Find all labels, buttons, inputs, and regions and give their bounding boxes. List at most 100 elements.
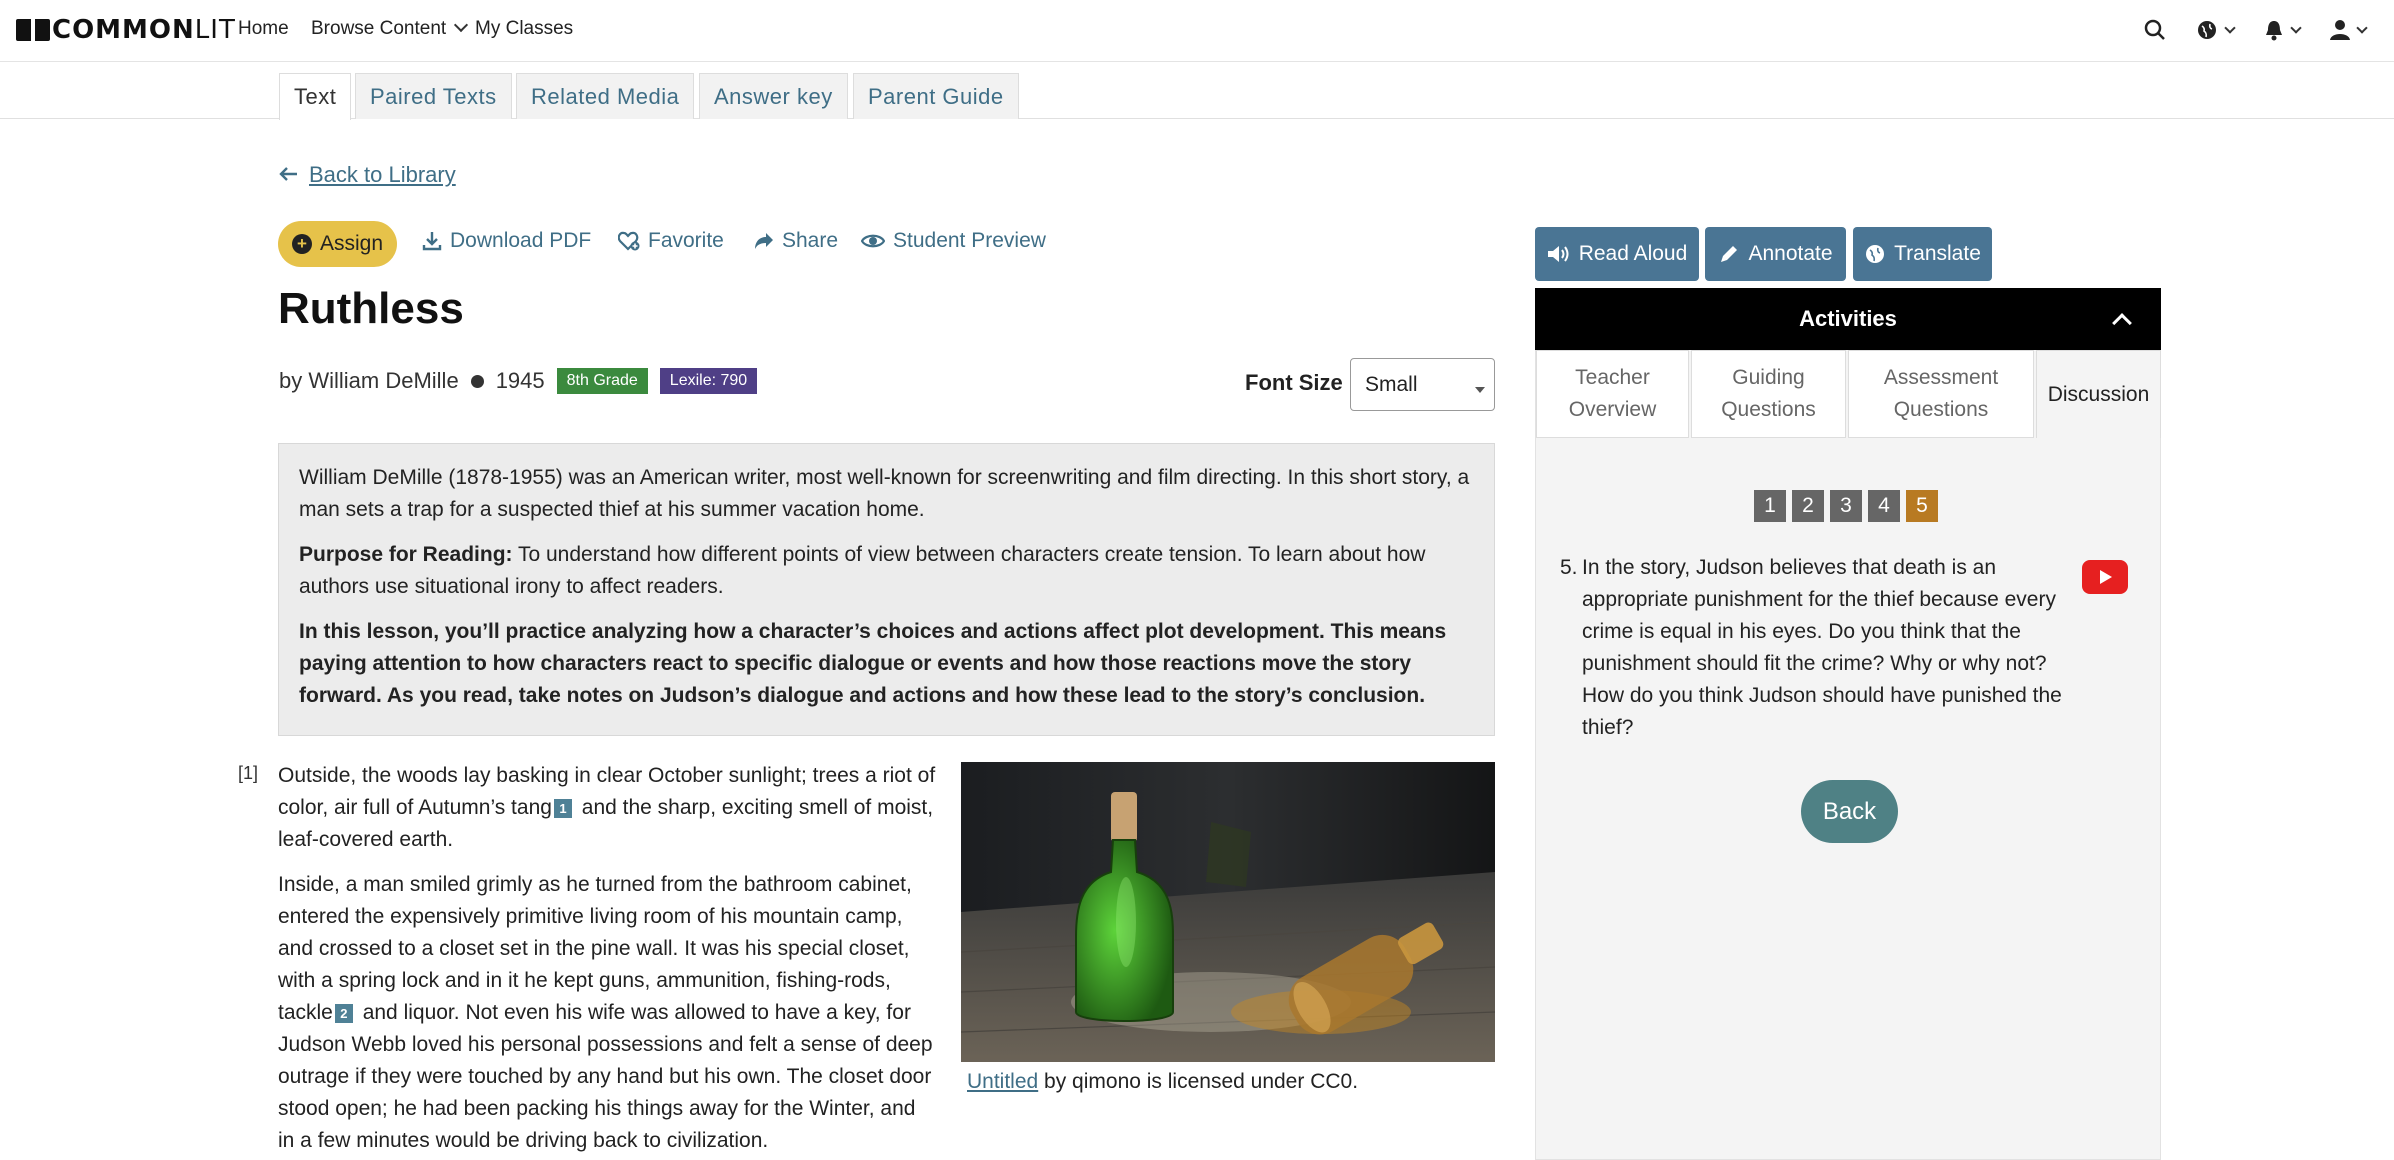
favorite-label: Favorite bbox=[648, 229, 724, 252]
question-number-3[interactable]: 3 bbox=[1830, 490, 1862, 522]
annotate-label: Annotate bbox=[1748, 242, 1833, 265]
tab-answer-key[interactable]: Answer key bbox=[699, 73, 848, 119]
tab-guiding-questions[interactable]: Guiding Questions bbox=[1691, 350, 1846, 438]
question-index: 5. bbox=[1560, 556, 1578, 579]
dropdown-arrow-icon bbox=[1475, 387, 1485, 393]
plus-icon: + bbox=[291, 234, 312, 254]
chevron-down-icon bbox=[454, 17, 469, 33]
tab-related-media[interactable]: Related Media bbox=[516, 73, 695, 119]
image-caption: Untitled by qimono is licensed under CC0… bbox=[967, 1070, 1358, 1094]
purpose-label: Purpose for Reading: bbox=[299, 543, 513, 566]
assign-label: Assign bbox=[319, 232, 384, 255]
separator-dot bbox=[470, 374, 484, 388]
nav-icons bbox=[2144, 14, 2368, 46]
question-number-4[interactable]: 4 bbox=[1868, 490, 1900, 522]
share-icon bbox=[755, 233, 773, 249]
logo-text: COMMONLIT bbox=[52, 15, 236, 45]
video-play-icon[interactable] bbox=[2082, 560, 2128, 594]
question-number-2[interactable]: 2 bbox=[1792, 490, 1824, 522]
chevron-down-icon bbox=[2224, 22, 2236, 34]
font-size-value: Small bbox=[1365, 372, 1418, 396]
download-icon bbox=[422, 232, 442, 251]
chevron-down-icon bbox=[2356, 22, 2368, 34]
annotate-button[interactable]: Annotate bbox=[1705, 227, 1846, 281]
story-image bbox=[961, 762, 1495, 1062]
chevron-up-icon bbox=[2112, 313, 2132, 333]
heart-plus-icon bbox=[618, 231, 640, 251]
commonlit-logo[interactable]: COMMONLIT bbox=[16, 15, 236, 45]
footnote-marker[interactable]: 1 bbox=[553, 798, 572, 818]
tab-teacher-overview[interactable]: Teacher Overview bbox=[1536, 350, 1689, 438]
pencil-icon bbox=[1721, 246, 1738, 262]
tab-text[interactable]: Text bbox=[279, 73, 352, 120]
share-button[interactable]: Share bbox=[754, 229, 838, 253]
grade-badge: 8th Grade bbox=[556, 368, 648, 394]
purpose-for-reading: Purpose for Reading: To understand how d… bbox=[299, 539, 1474, 603]
tab-discussion[interactable]: Discussion bbox=[2036, 350, 2161, 438]
language-menu[interactable] bbox=[2196, 19, 2236, 41]
story-paragraph-1[interactable]: Outside, the woods lay basking in clear … bbox=[278, 760, 936, 856]
question-number-1[interactable]: 1 bbox=[1754, 490, 1786, 522]
eye-icon bbox=[861, 234, 885, 248]
question-number-5[interactable]: 5 bbox=[1906, 490, 1938, 522]
globe-icon bbox=[1866, 245, 1885, 263]
arrow-left-icon bbox=[279, 162, 299, 188]
top-nav: COMMONLIT Home Browse Content My Classes bbox=[0, 0, 2394, 62]
intro-summary: William DeMille (1878-1955) was an Ameri… bbox=[299, 466, 1470, 521]
tab-assessment-questions[interactable]: Assessment Questions bbox=[1848, 350, 2034, 438]
translate-label: Translate bbox=[1894, 242, 1981, 265]
download-pdf-label: Download PDF bbox=[450, 229, 592, 252]
back-to-library-label: Back to Library bbox=[309, 162, 456, 187]
globe-icon bbox=[2198, 21, 2216, 39]
search-icon bbox=[2144, 19, 2165, 40]
student-preview-label: Student Preview bbox=[893, 229, 1046, 252]
discussion-question: 5. In the story, Judson believes that de… bbox=[1560, 552, 2080, 744]
nav-home[interactable]: Home bbox=[238, 18, 289, 40]
byline: by William DeMille 1945 8th Grade Lexile… bbox=[279, 368, 758, 394]
favorite-button[interactable]: Favorite bbox=[618, 229, 724, 253]
question-pagination: 1 2 3 4 5 bbox=[1754, 490, 1938, 522]
lexile-badge: Lexile: 790 bbox=[659, 368, 758, 394]
paragraph-number: [1] bbox=[238, 763, 259, 783]
book-logo-icon bbox=[16, 17, 50, 43]
content-tabs: Text Paired Texts Related Media Answer k… bbox=[0, 62, 2394, 120]
read-aloud-button[interactable]: Read Aloud bbox=[1535, 227, 1699, 281]
story-paragraph-2[interactable]: Inside, a man smiled grimly as he turned… bbox=[278, 869, 936, 1157]
page-title: Ruthless bbox=[278, 284, 464, 333]
share-label: Share bbox=[782, 229, 839, 252]
back-button[interactable]: Back bbox=[1801, 780, 1898, 843]
nav-browse-content[interactable]: Browse Content bbox=[311, 17, 469, 40]
translate-button[interactable]: Translate bbox=[1853, 227, 1992, 281]
speaker-icon bbox=[1547, 246, 1569, 262]
activities-panel: Teacher Overview Guiding Questions Assessm… bbox=[1535, 350, 2161, 1160]
activities-title: Activities bbox=[1799, 306, 1897, 331]
user-icon bbox=[2330, 20, 2350, 40]
introduction-box: William DeMille (1878-1955) was an Ameri… bbox=[278, 443, 1495, 736]
license-text: by qimono is licensed under CC0. bbox=[1038, 1070, 1359, 1093]
search-button[interactable] bbox=[2144, 19, 2166, 41]
tab-parent-guide[interactable]: Parent Guide bbox=[853, 73, 1019, 119]
user-menu[interactable] bbox=[2330, 19, 2368, 41]
nav-browse-label: Browse Content bbox=[311, 18, 447, 39]
bottle-photo-image bbox=[961, 762, 1495, 1062]
lesson-focus: In this lesson, you’ll practice analyzin… bbox=[299, 620, 1447, 707]
author: by William DeMille bbox=[279, 368, 459, 393]
assign-button[interactable]: + Assign bbox=[278, 221, 397, 267]
question-text: In the story, Judson believes that death… bbox=[1582, 556, 2062, 739]
read-aloud-label: Read Aloud bbox=[1578, 242, 1688, 265]
publication-year: 1945 bbox=[495, 368, 545, 393]
paragraph-text: and liquor. Not even his wife was allowe… bbox=[278, 1001, 933, 1152]
student-preview-button[interactable]: Student Preview bbox=[861, 229, 1046, 253]
bell-icon bbox=[2266, 21, 2282, 41]
back-to-library-link[interactable]: Back to Library bbox=[279, 162, 456, 188]
chevron-down-icon bbox=[2290, 22, 2302, 34]
footnote-marker[interactable]: 2 bbox=[334, 1003, 353, 1023]
tab-paired-texts[interactable]: Paired Texts bbox=[355, 73, 512, 119]
notifications-menu[interactable] bbox=[2264, 19, 2302, 41]
activities-header[interactable]: Activities bbox=[1535, 288, 2161, 350]
nav-my-classes[interactable]: My Classes bbox=[475, 18, 573, 40]
image-source-link[interactable]: Untitled bbox=[967, 1070, 1038, 1093]
download-pdf-button[interactable]: Download PDF bbox=[422, 229, 591, 253]
font-size-label: Font Size bbox=[1245, 370, 1343, 395]
font-size-select[interactable]: Small bbox=[1350, 358, 1495, 411]
